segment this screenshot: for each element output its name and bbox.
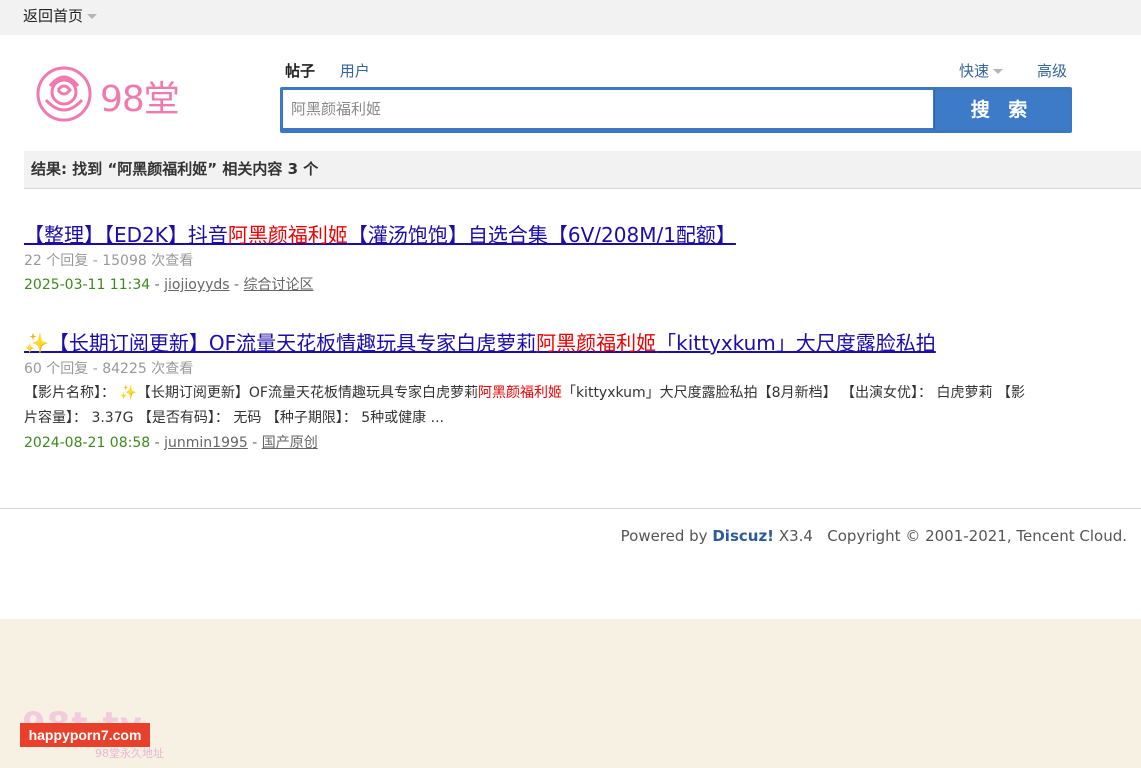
powered-prefix: Powered by [620, 527, 708, 545]
site-logo[interactable]: 98堂 [30, 60, 190, 128]
forum-link[interactable]: 综合讨论区 [244, 277, 314, 293]
result-stats: 22 个回复 - 15098 次查看 [24, 253, 194, 269]
result-date: 2024-08-21 08:58 [24, 435, 151, 451]
search-box: 搜 索 [280, 87, 1072, 133]
chevron-down-icon[interactable] [87, 14, 98, 19]
tab-users[interactable]: 用户 [340, 62, 370, 80]
footer: Powered by Discuz! X3.4 Copyright © 2001… [621, 527, 1127, 545]
version: X3.4 [778, 527, 813, 545]
search-tabs: 帖子 用户 [285, 60, 370, 81]
home-link[interactable]: 返回首页 [23, 7, 83, 25]
quick-search-label: 快速 [959, 62, 990, 80]
main-panel: 98堂 帖子 用户 快速 高级 搜 索 结果: 找到 “阿黑颜福利姬” 相关内容… [0, 35, 1141, 619]
result-list: 【整理】【ED2K】抖音阿黑颜福利姬【灌汤饱饱】自选合集【6V/208M/1配额… [24, 221, 1034, 487]
search-button[interactable]: 搜 索 [934, 90, 1069, 130]
copyright: Copyright © 2001-2021, Tencent Cloud. [827, 527, 1127, 545]
result-summary: 结果: 找到 “阿黑颜福利姬” 相关内容 3 个 [24, 151, 1141, 189]
tab-posts[interactable]: 帖子 [285, 62, 315, 80]
list-item: 【整理】【ED2K】抖音阿黑颜福利姬【灌汤饱饱】自选合集【6V/208M/1配额… [24, 221, 1034, 297]
logo-text: 98堂 [100, 79, 180, 120]
result-title-link[interactable]: 【整理】【ED2K】抖音阿黑颜福利姬【灌汤饱饱】自选合集【6V/208M/1配额… [24, 221, 1034, 249]
watermark-subtitle: 98堂永久地址 [95, 747, 164, 760]
footer-divider [0, 508, 1141, 509]
author-link[interactable]: junmin1995 [164, 435, 248, 451]
result-stats: 60 个回复 - 84225 次查看 [24, 361, 194, 377]
result-title-link[interactable]: ✨【长期订阅更新】OF流量天花板情趣玩具专家白虎萝莉阿黑颜福利姬「kittyxk… [24, 329, 1034, 357]
rose-icon [36, 66, 92, 122]
discuz-link[interactable]: Discuz! [712, 527, 774, 545]
result-date: 2025-03-11 11:34 [24, 277, 151, 293]
advanced-search-link[interactable]: 高级 [1037, 60, 1067, 81]
watermark-badge: happyporn7.com [20, 723, 150, 747]
author-link[interactable]: jiojioyyds [164, 277, 229, 293]
result-snippet: 【影片名称】： ✨【长期订阅更新】OF流量天花板情趣玩具专家白虎萝莉阿黑颜福利姬… [24, 385, 1025, 426]
chevron-down-icon [993, 69, 1004, 74]
list-item: ✨【长期订阅更新】OF流量天花板情趣玩具专家白虎萝莉阿黑颜福利姬「kittyxk… [24, 329, 1034, 455]
result-meta: 2025-03-11 11:34 - jiojioyyds - 综合讨论区 [24, 277, 314, 293]
search-input[interactable] [283, 90, 933, 128]
forum-link[interactable]: 国产原创 [262, 435, 318, 451]
top-bar: 返回首页 [0, 0, 1141, 35]
result-meta: 2024-08-21 08:58 - junmin1995 - 国产原创 [24, 435, 318, 451]
quick-search-dropdown[interactable]: 快速 [959, 60, 1004, 81]
